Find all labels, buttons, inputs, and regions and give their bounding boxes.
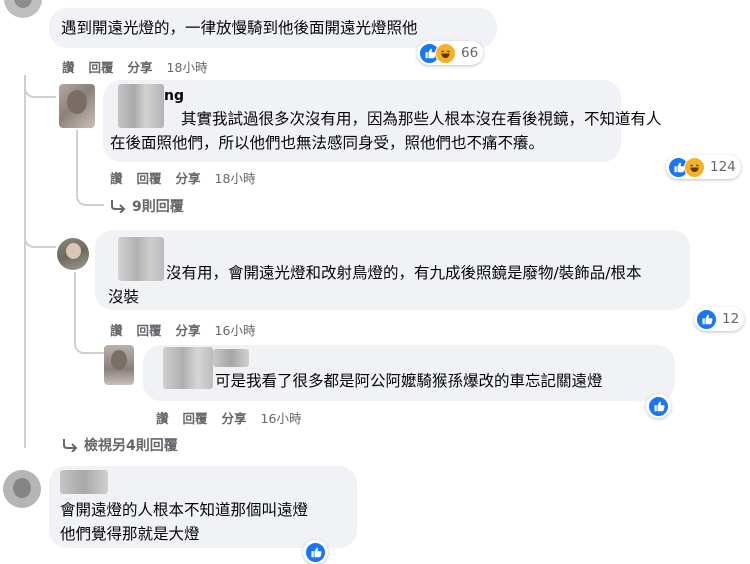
reply-button[interactable]: 回覆	[137, 171, 162, 186]
avatar[interactable]	[104, 345, 134, 385]
timestamp[interactable]: 18小時	[215, 171, 256, 186]
avatar[interactable]	[4, 0, 42, 18]
reaction-summary[interactable]	[303, 540, 328, 564]
haha-icon	[435, 42, 456, 64]
author-name-blurred[interactable]	[163, 347, 213, 389]
view-more-replies-link[interactable]: 檢視另4則回覆	[62, 435, 178, 455]
reply-arrow-icon	[63, 439, 78, 452]
like-button[interactable]: 讚	[110, 171, 123, 186]
thread-connector	[74, 272, 104, 354]
thread-line	[24, 75, 26, 448]
reply-button[interactable]: 回覆	[137, 323, 162, 338]
comment-actions: 讚回覆 分享 18小時	[62, 57, 221, 76]
share-button[interactable]: 分享	[176, 323, 201, 338]
comment-actions: 讚回覆 分享 18小時	[110, 168, 269, 187]
share-button[interactable]: 分享	[176, 171, 201, 186]
author-name-blurred[interactable]	[60, 470, 108, 494]
haha-icon	[684, 156, 705, 178]
view-more-replies-label[interactable]: 檢視另4則回覆	[84, 435, 178, 455]
author-name-blurred[interactable]	[118, 237, 164, 281]
author-name-fragment[interactable]: ng	[164, 87, 184, 105]
avatar[interactable]	[59, 84, 95, 128]
author-name-blurred	[213, 349, 249, 367]
reaction-summary[interactable]: 66	[417, 41, 484, 65]
reaction-summary[interactable]: 12	[694, 307, 745, 331]
comment-text: 其實我試過很多次沒有用，因為那些人根本沒在看後視鏡，不知道有人	[181, 110, 662, 128]
reply-arrow-icon	[111, 200, 126, 213]
comment-text: 可是我看了很多都是阿公阿嬤騎猴孫爆改的車忘記關遠燈	[215, 372, 603, 390]
reaction-count: 66	[461, 45, 479, 61]
timestamp[interactable]: 18小時	[167, 60, 208, 75]
reaction-summary[interactable]	[646, 394, 671, 418]
like-button[interactable]: 讚	[110, 323, 123, 338]
view-replies-link[interactable]: 9則回覆	[110, 196, 184, 216]
thread-connector	[76, 130, 104, 206]
share-button[interactable]: 分享	[222, 411, 247, 426]
reaction-count: 12	[722, 311, 740, 327]
reply-button[interactable]: 回覆	[89, 60, 114, 75]
thread-connector	[24, 220, 56, 248]
timestamp[interactable]: 16小時	[261, 411, 302, 426]
avatar[interactable]	[3, 470, 41, 508]
comment-text: 他們覺得那就是大燈	[60, 525, 200, 543]
comment-text: 會開遠燈的人根本不知道那個叫遠燈	[60, 501, 309, 519]
like-button[interactable]: 讚	[156, 411, 169, 426]
comment-text: 在後面照他們，所以他們也無法感同身受，照他們也不痛不癢。	[110, 134, 545, 152]
view-replies-label[interactable]: 9則回覆	[132, 196, 184, 216]
thread-connector	[24, 75, 56, 98]
comment-text: 沒有用，會開遠光燈和改射鳥燈的，有九成後照鏡是廢物/裝飾品/根本	[166, 264, 642, 282]
reply-button[interactable]: 回覆	[183, 411, 208, 426]
comment-text: 遇到開遠光燈的，一律放慢騎到他後面開遠光燈照他	[61, 19, 418, 37]
like-icon	[696, 308, 717, 330]
like-button[interactable]: 讚	[62, 60, 75, 75]
comment-actions: 讚回覆 分享 16小時	[110, 320, 269, 339]
comment-actions: 讚回覆 分享 16小時	[156, 408, 315, 427]
reaction-summary[interactable]: 124	[666, 155, 741, 179]
comment-text: 沒裝	[108, 288, 140, 306]
like-icon	[305, 541, 326, 563]
share-button[interactable]: 分享	[128, 60, 153, 75]
author-name-blurred[interactable]	[118, 84, 164, 128]
timestamp[interactable]: 16小時	[215, 323, 256, 338]
reaction-count: 124	[710, 159, 736, 175]
like-icon	[648, 395, 669, 417]
avatar[interactable]	[57, 238, 89, 270]
